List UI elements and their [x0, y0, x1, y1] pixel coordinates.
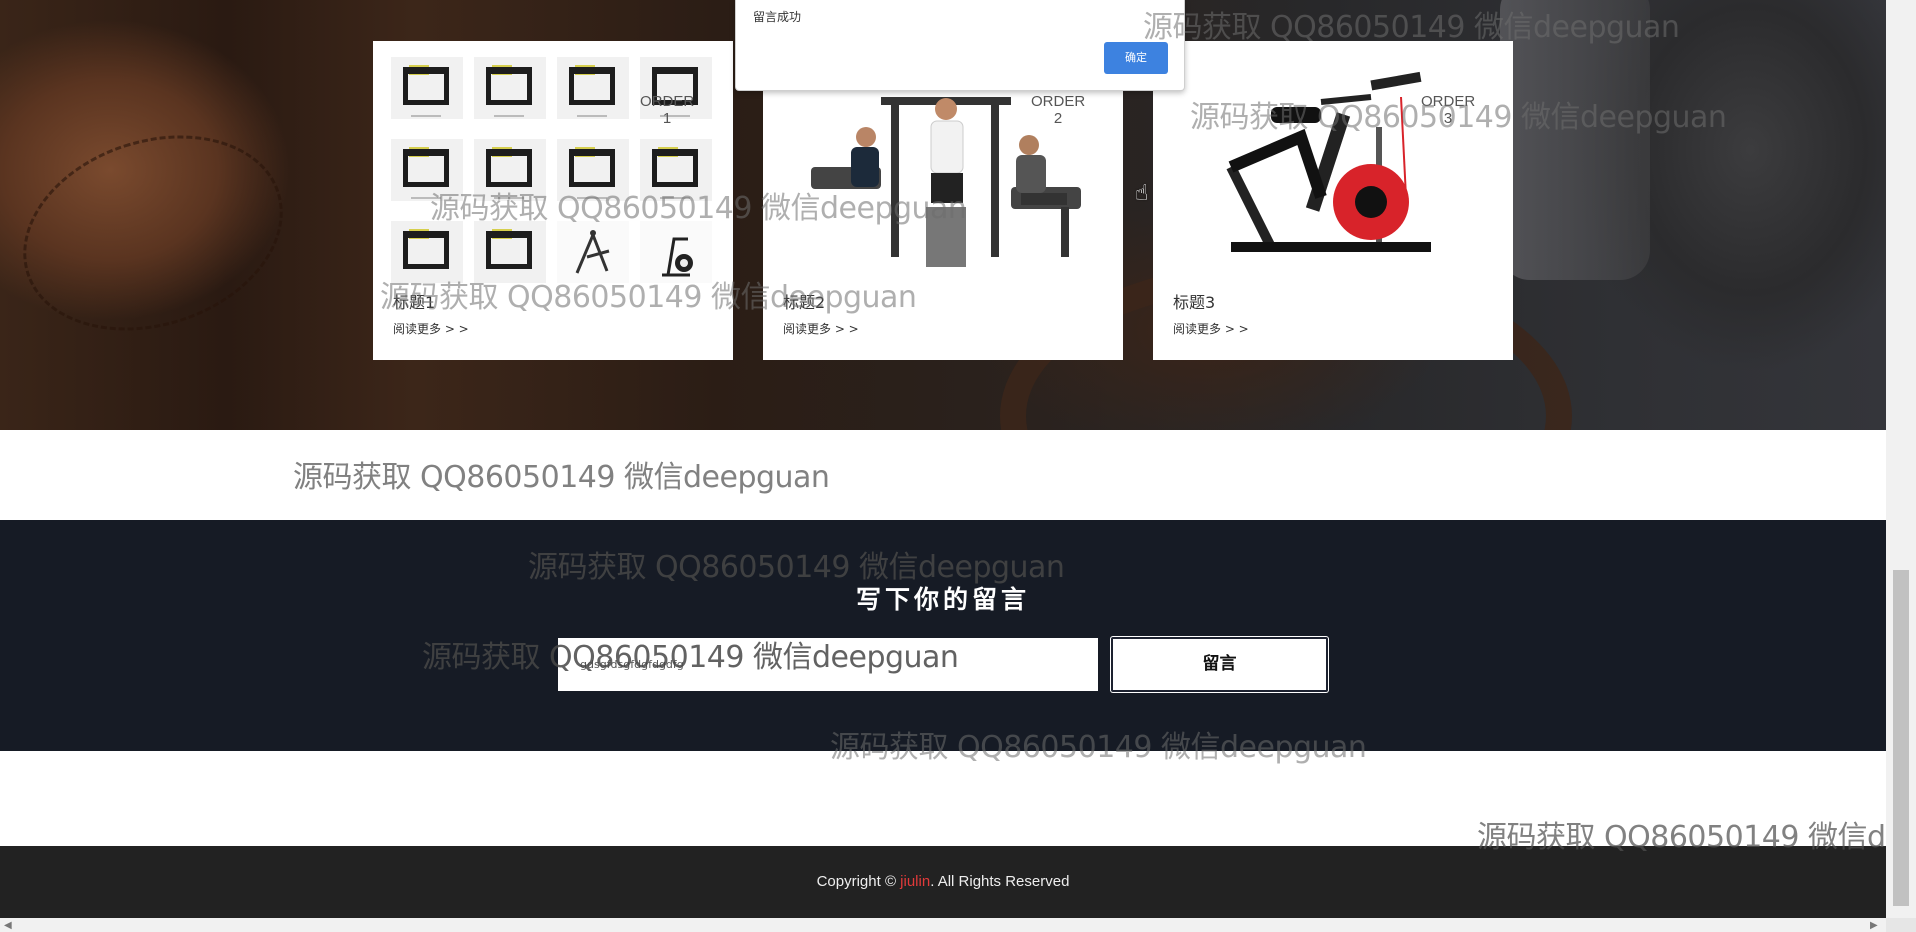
order-label: ORDER 1: [640, 93, 695, 127]
read-more-link[interactable]: 阅读更多 > >: [393, 320, 469, 337]
dialog-ok-button[interactable]: 确定: [1104, 42, 1168, 74]
message-section: 写下你的留言 留言: [0, 520, 1886, 751]
copyright-suffix: . All Rights Reserved: [930, 873, 1070, 890]
vertical-scrollbar[interactable]: [1886, 0, 1916, 918]
read-more-link[interactable]: 阅读更多 > >: [783, 320, 859, 337]
order-label: ORDER 3: [1421, 93, 1476, 127]
submit-message-button[interactable]: 留言: [1111, 637, 1328, 692]
card-title: 标题1: [393, 293, 436, 312]
product-card-3[interactable]: ORDER 3 标题3 阅读更多 > >: [1153, 41, 1513, 360]
alert-dialog: 留言成功 确定: [735, 0, 1185, 91]
message-input[interactable]: [558, 638, 1098, 691]
dialog-message: 留言成功: [753, 10, 802, 24]
brand-link[interactable]: jiulin: [900, 873, 930, 890]
card-title: 标题3: [1173, 293, 1216, 312]
footer: Copyright © jiulin. All Rights Reserved: [0, 846, 1886, 918]
hand-cursor-icon: ☝: [1135, 181, 1149, 206]
shoe-lace-decor: [0, 103, 309, 363]
read-more-link[interactable]: 阅读更多 > >: [1173, 320, 1249, 337]
watermark-text: 源码获取 QQ86050149 微信deepguan: [293, 460, 830, 495]
scrollbar-thumb[interactable]: [1893, 570, 1909, 906]
scroll-left-icon[interactable]: ◀: [4, 920, 12, 931]
horizontal-scrollbar[interactable]: ◀ ▶: [0, 918, 1886, 932]
message-heading: 写下你的留言: [855, 585, 1030, 614]
scrollbar-corner: [1886, 918, 1916, 932]
scroll-right-icon[interactable]: ▶: [1870, 920, 1878, 931]
card-title: 标题2: [783, 293, 826, 312]
product-card-1[interactable]: ORDER 1 标题1 阅读更多 > >: [373, 41, 733, 360]
bottle-decor: [1500, 0, 1650, 280]
copyright-prefix: Copyright ©: [816, 873, 901, 890]
order-label: ORDER 2: [1031, 93, 1086, 127]
